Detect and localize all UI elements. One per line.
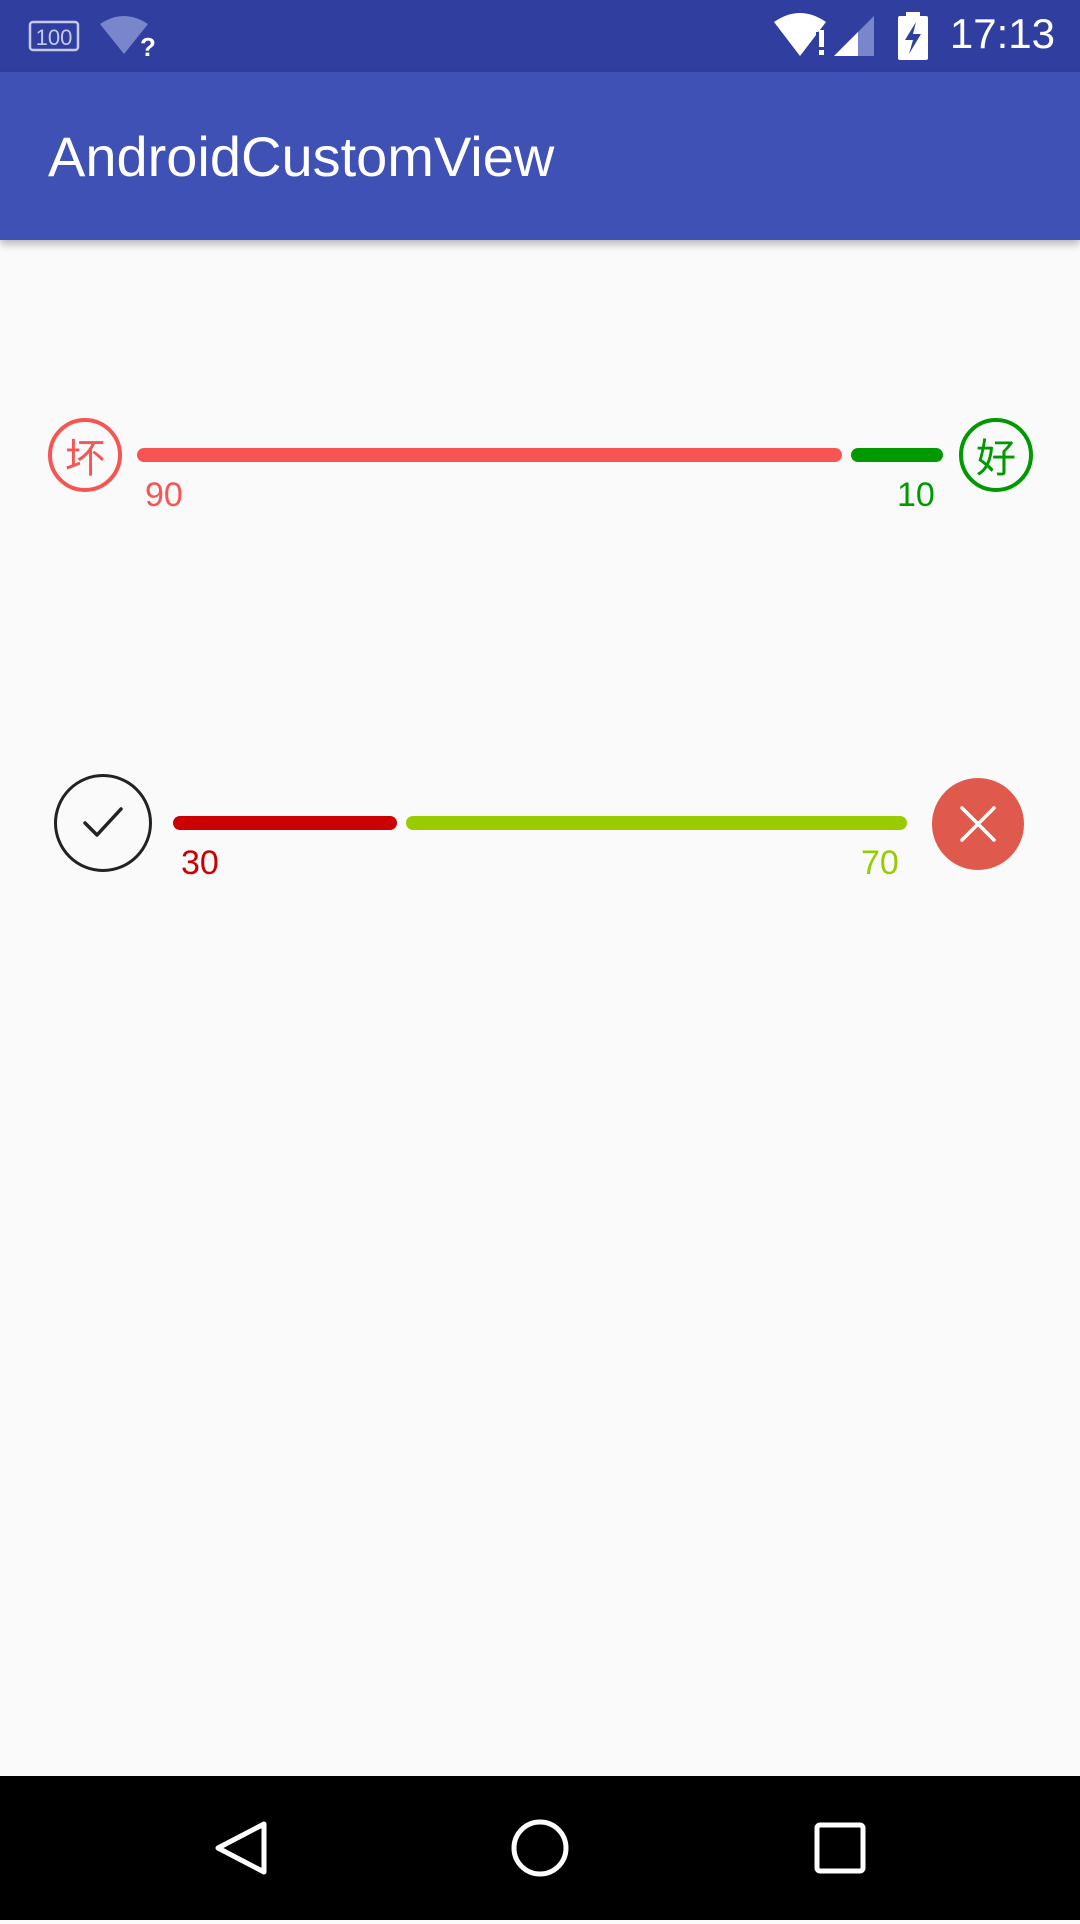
vote-view-yes-no: 30 70 (0, 774, 1080, 934)
good-vote-bar (851, 448, 943, 462)
back-icon (215, 1821, 267, 1875)
close-icon[interactable] (932, 778, 1024, 870)
wifi-question-text: ? (140, 32, 156, 58)
app-title: AndroidCustomView (48, 125, 555, 188)
status-time: 17:13 (949, 10, 1055, 57)
good-vote-count: 10 (897, 476, 935, 514)
good-icon[interactable]: 好 (959, 418, 1033, 492)
wifi-unknown-icon: ? (100, 16, 156, 58)
content-area: 坏 90 10 好 30 70 (0, 240, 1080, 1776)
navigation-bar (0, 1776, 1080, 1920)
home-icon (511, 1819, 569, 1877)
bad-icon[interactable]: 坏 (48, 418, 122, 492)
bad-vote-count: 90 (145, 476, 183, 514)
app-bar: AndroidCustomView (0, 72, 1080, 240)
bad-vote-bar (137, 448, 842, 462)
status-bar: 100 ? 17:13 (0, 0, 1080, 72)
good-icon-glyph: 好 (976, 436, 1016, 482)
bad-icon-glyph: 坏 (65, 436, 105, 482)
battery-charging-icon (898, 12, 928, 60)
check-icon[interactable] (54, 774, 152, 872)
close-x-mark (960, 806, 996, 842)
recents-icon (814, 1822, 866, 1874)
home-button[interactable] (470, 1776, 610, 1920)
battery-badge-text: 100 (36, 25, 73, 50)
no-vote-count: 70 (861, 844, 899, 882)
cell-signal-icon (834, 16, 874, 56)
check-mark (83, 807, 123, 837)
yes-vote-bar (173, 816, 397, 830)
vote-view-bad-good: 坏 90 10 好 (0, 418, 1080, 558)
no-vote-bar (406, 816, 907, 830)
wifi-alert-icon (774, 13, 826, 56)
battery-100-icon: 100 (28, 20, 80, 52)
yes-vote-count: 30 (181, 844, 219, 882)
back-button[interactable] (172, 1776, 312, 1920)
recents-button[interactable] (770, 1776, 910, 1920)
